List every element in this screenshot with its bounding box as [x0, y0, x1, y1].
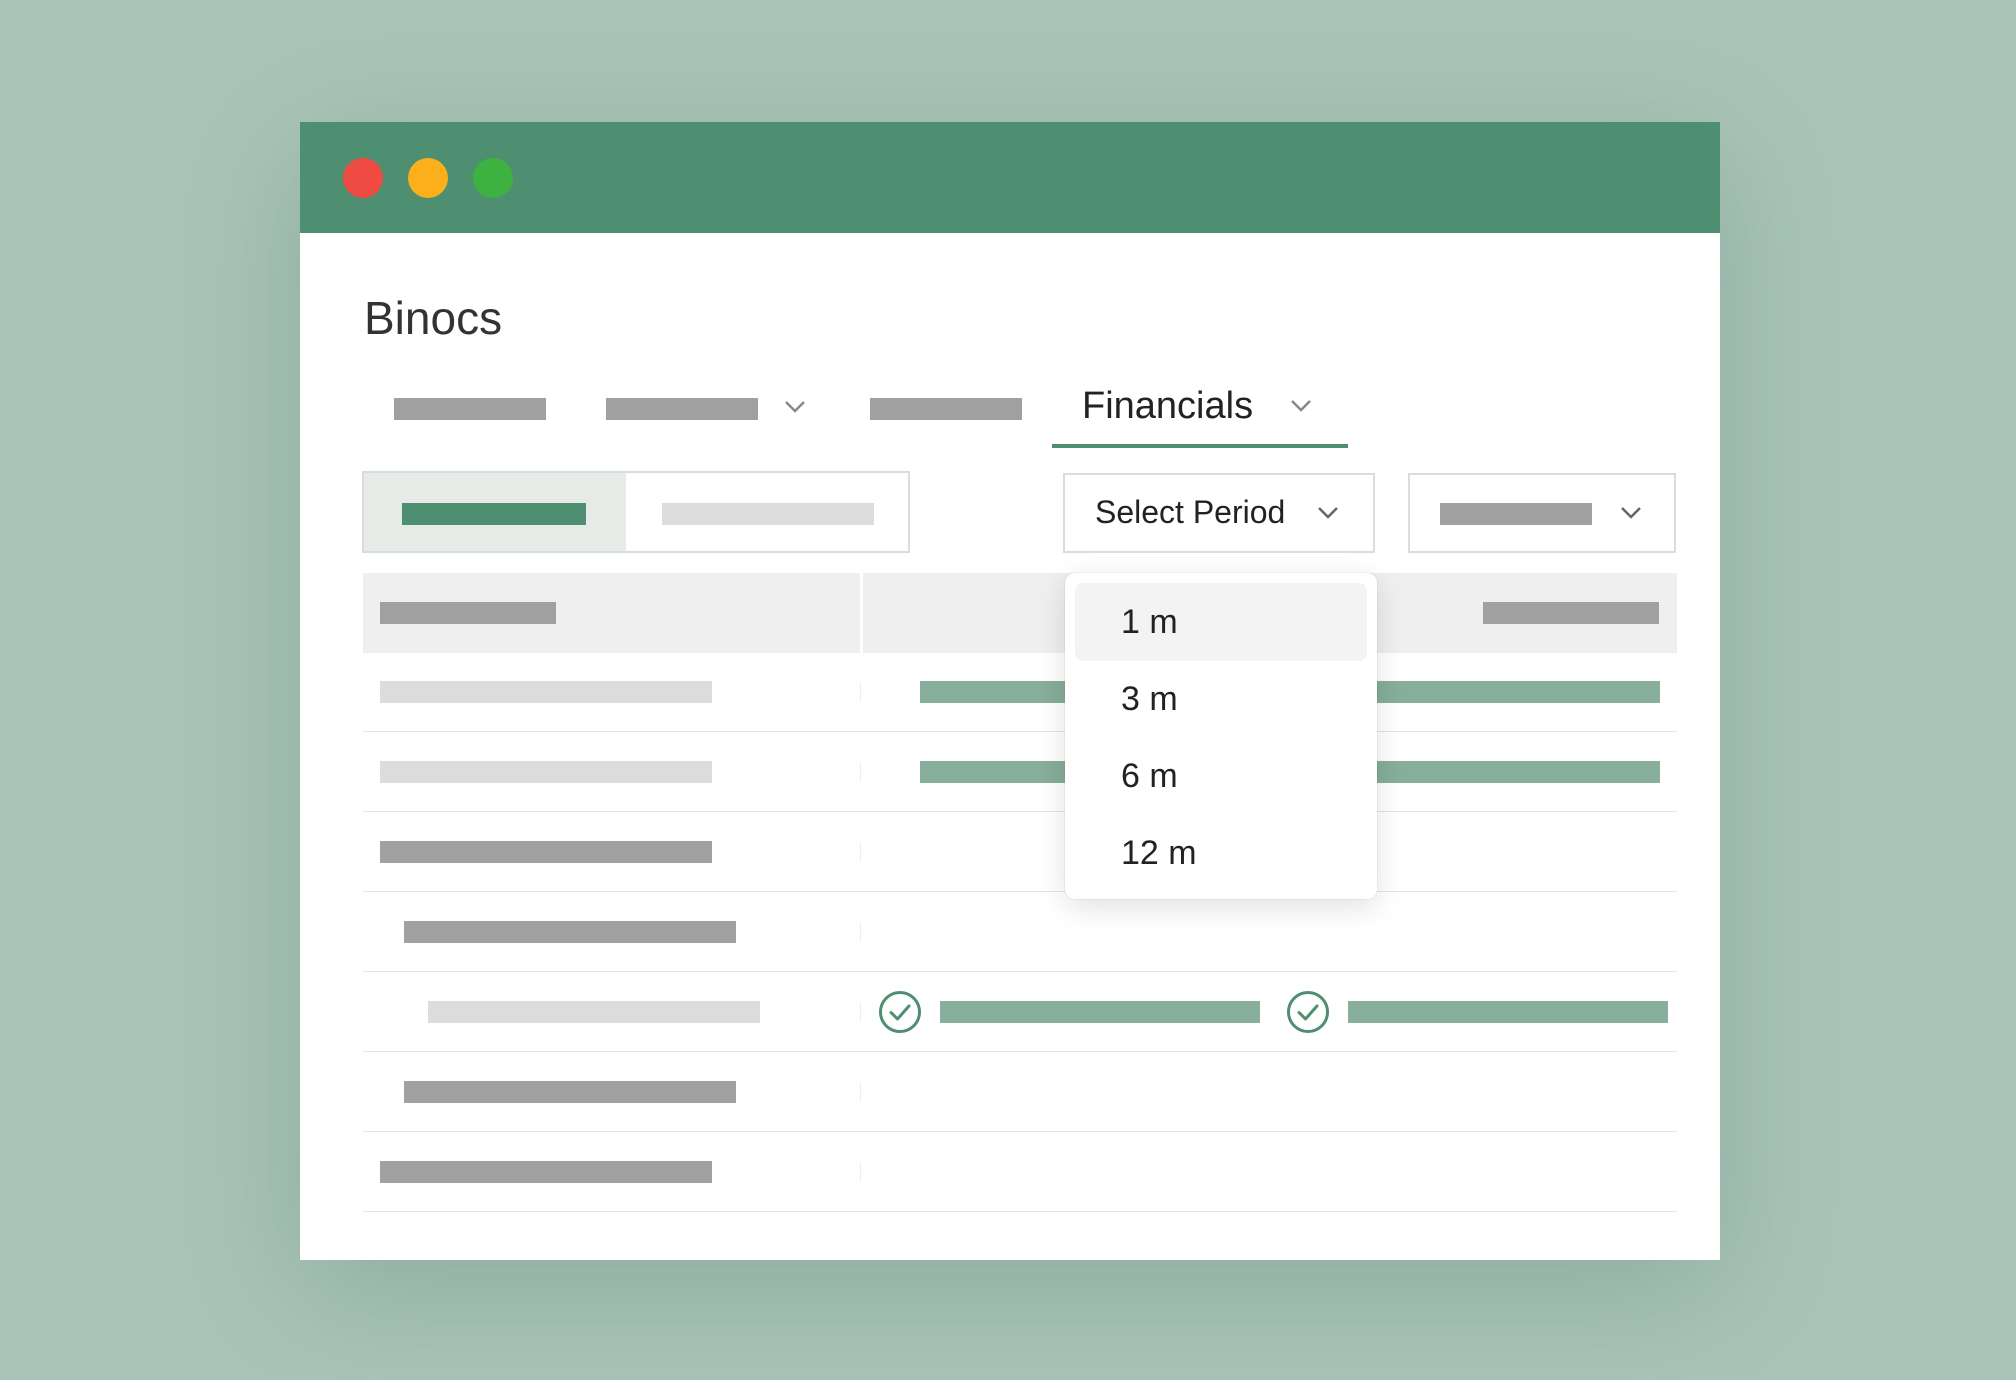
view-toggle-option-1[interactable]	[364, 473, 626, 551]
minimize-window-button[interactable]	[408, 158, 448, 198]
row-value-placeholder	[1370, 761, 1660, 783]
secondary-select-dropdown[interactable]	[1408, 473, 1676, 553]
chevron-down-icon	[1317, 506, 1339, 520]
header-cell-placeholder	[1483, 602, 1659, 624]
select-period-label: Select Period	[1095, 494, 1286, 530]
row-separator	[363, 811, 1677, 812]
row-divider	[860, 762, 861, 782]
tab-financials[interactable]: Financials	[1082, 385, 1253, 428]
row-divider	[860, 1082, 861, 1102]
period-option-3m[interactable]: 3 m	[1075, 660, 1367, 738]
row-label-placeholder	[380, 841, 712, 863]
row-label-placeholder	[380, 761, 712, 783]
window-content: Binocs Financials Select Period 1 m 3 m …	[300, 233, 1720, 1260]
row-divider	[860, 1002, 861, 1022]
period-dropdown-menu: 1 m 3 m 6 m 12 m	[1065, 573, 1377, 899]
row-label-placeholder	[428, 1001, 760, 1023]
row-label-placeholder	[404, 1081, 736, 1103]
row-value-placeholder	[1370, 681, 1660, 703]
row-divider	[860, 922, 861, 942]
table-header	[363, 573, 1677, 653]
row-divider	[860, 1162, 861, 1182]
row-divider	[860, 842, 861, 862]
maximize-window-button[interactable]	[473, 158, 513, 198]
period-option-1m[interactable]: 1 m	[1075, 583, 1367, 661]
app-window: Binocs Financials Select Period 1 m 3 m …	[300, 122, 1720, 1260]
view-toggle-option-2[interactable]	[662, 503, 874, 525]
row-separator	[363, 1131, 1677, 1132]
row-separator	[363, 1211, 1677, 1212]
row-value-placeholder	[1348, 1001, 1668, 1023]
row-separator	[363, 1051, 1677, 1052]
secondary-select-value-placeholder	[1440, 503, 1592, 525]
header-cell-placeholder	[380, 602, 556, 624]
chevron-down-icon	[1620, 506, 1642, 520]
select-period-dropdown[interactable]: Select Period	[1063, 473, 1375, 553]
row-label-placeholder	[380, 1161, 712, 1183]
nav-tab-1-placeholder[interactable]	[394, 398, 546, 420]
row-separator	[363, 731, 1677, 732]
nav-tab-3-placeholder[interactable]	[870, 398, 1022, 420]
chevron-down-icon[interactable]	[784, 400, 806, 414]
active-tab-indicator	[1052, 444, 1348, 448]
app-title: Binocs	[364, 292, 503, 344]
close-window-button[interactable]	[343, 158, 383, 198]
row-value-placeholder	[920, 681, 1070, 703]
row-value-placeholder	[920, 761, 1070, 783]
row-value-placeholder	[940, 1001, 1260, 1023]
period-option-12m[interactable]: 12 m	[1075, 814, 1367, 892]
check-circle-icon	[878, 990, 922, 1039]
column-divider	[860, 573, 863, 653]
row-separator	[363, 891, 1677, 892]
nav-tab-2-placeholder[interactable]	[606, 398, 758, 420]
row-separator	[363, 971, 1677, 972]
chevron-down-icon[interactable]	[1290, 399, 1312, 413]
view-toggle-option-1-placeholder	[402, 503, 586, 525]
row-label-placeholder	[404, 921, 736, 943]
row-label-placeholder	[380, 681, 712, 703]
view-toggle	[362, 471, 910, 553]
period-option-6m[interactable]: 6 m	[1075, 737, 1367, 815]
check-circle-icon	[1286, 990, 1330, 1039]
row-divider	[860, 682, 861, 702]
window-titlebar	[300, 122, 1720, 233]
